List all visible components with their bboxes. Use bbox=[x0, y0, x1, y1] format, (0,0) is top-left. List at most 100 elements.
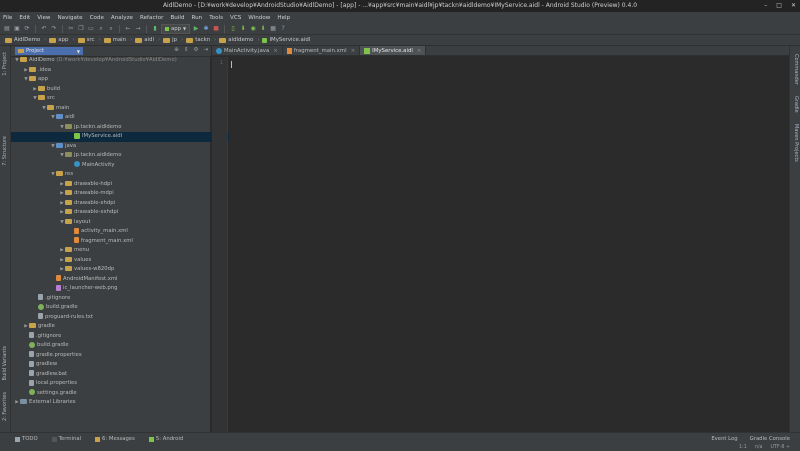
tree-item-label: IMyService.aidl bbox=[82, 133, 123, 139]
breadcrumb-item[interactable]: aidldemo › bbox=[219, 37, 259, 43]
tree-item[interactable]: ▶ build bbox=[11, 85, 232, 95]
breadcrumb-item[interactable]: tackn › bbox=[186, 37, 216, 43]
project-view-label: Project bbox=[26, 48, 45, 54]
tree-item-label: .gitignore bbox=[45, 294, 71, 301]
folder-icon bbox=[65, 209, 72, 214]
help-icon[interactable]: ? bbox=[279, 25, 287, 33]
breadcrumb-item[interactable]: aidl › bbox=[135, 37, 160, 43]
tree-item[interactable]: ▼ app bbox=[11, 75, 223, 85]
project-view-selector[interactable]: Project ▼ bbox=[15, 47, 83, 55]
tool-tab-structure[interactable]: 7: Structure bbox=[2, 136, 8, 166]
open-icon[interactable]: ▤ bbox=[3, 25, 11, 33]
menu-navigate[interactable]: Navigate bbox=[58, 15, 83, 21]
breadcrumb-item[interactable]: src › bbox=[77, 37, 101, 43]
breadcrumb-item[interactable]: IMyService.aidl bbox=[262, 37, 310, 43]
run-icon[interactable]: ▶ bbox=[192, 25, 200, 33]
tree-item[interactable]: build.gradle bbox=[11, 303, 232, 313]
save-icon[interactable]: ▣ bbox=[13, 25, 21, 33]
tree-item[interactable]: ▼ AidlDemo (D:¥work¥develop¥AndroidStudio… bbox=[11, 56, 214, 66]
close-icon[interactable]: × bbox=[273, 48, 278, 54]
tool-tab-commander[interactable]: Commander bbox=[793, 54, 799, 85]
tree-item[interactable]: .gitignore bbox=[11, 294, 232, 304]
debug-icon[interactable]: ✱ bbox=[202, 25, 210, 33]
menu-code[interactable]: Code bbox=[90, 15, 104, 21]
tree-item[interactable]: build.gradle bbox=[11, 341, 223, 351]
tree-item[interactable]: ▼ src bbox=[11, 94, 232, 104]
tree-item[interactable]: ▼ main bbox=[11, 104, 241, 114]
tree-item[interactable]: gradlew.bat bbox=[11, 370, 223, 380]
tree-item[interactable]: gradle.properties bbox=[11, 351, 223, 361]
tree-item[interactable]: ▶ .idea bbox=[11, 66, 223, 76]
breadcrumb-item[interactable]: main › bbox=[103, 37, 132, 43]
editor-tab[interactable]: fragment_main.xml × bbox=[283, 46, 361, 55]
back-icon[interactable]: ← bbox=[124, 25, 132, 33]
tool-tab-favorites[interactable]: 2: Favorites bbox=[2, 392, 8, 421]
gear-icon[interactable]: ⚙ bbox=[193, 47, 198, 53]
tool-tab-event-log[interactable]: Event Log bbox=[711, 436, 737, 442]
tree-item[interactable]: gradlew bbox=[11, 360, 223, 370]
monitor-icon[interactable]: ◉ bbox=[249, 25, 257, 33]
cut-icon[interactable]: ✂ bbox=[67, 25, 75, 33]
undo-icon[interactable]: ↶ bbox=[40, 25, 48, 33]
menu-run[interactable]: Run bbox=[191, 15, 202, 21]
file-encoding[interactable]: UTF-8 ÷ bbox=[770, 445, 790, 450]
tool-tab-maven[interactable]: Maven Projects bbox=[793, 124, 799, 162]
find-icon[interactable]: ⌕ bbox=[97, 25, 105, 33]
maximize-button[interactable]: □ bbox=[776, 0, 782, 12]
tool-tab-gradle-console[interactable]: Gradle Console bbox=[750, 436, 790, 442]
copy-icon[interactable]: ❐ bbox=[77, 25, 85, 33]
collapse-icon[interactable]: ⇕ bbox=[184, 47, 189, 53]
tool-tab-messages[interactable]: 6: Messages bbox=[95, 436, 135, 442]
editor-tab[interactable]: MainActivity.java × bbox=[212, 46, 283, 55]
tree-item[interactable]: proguard-rules.txt bbox=[11, 313, 232, 323]
breadcrumb-item[interactable]: app › bbox=[49, 37, 75, 43]
tool-tab-todo[interactable]: TODO bbox=[15, 436, 38, 442]
tool-tab-build-variants[interactable]: Build Variants bbox=[2, 346, 8, 380]
menu-view[interactable]: View bbox=[37, 15, 50, 21]
sync-icon[interactable]: ⟳ bbox=[23, 25, 31, 33]
tool-tab-gradle[interactable]: Gradle bbox=[793, 96, 799, 113]
make-icon[interactable]: ▮ bbox=[151, 25, 159, 33]
paste-icon[interactable]: ▭ bbox=[87, 25, 95, 33]
menu-build[interactable]: Build bbox=[170, 15, 184, 21]
redo-icon[interactable]: ↷ bbox=[50, 25, 58, 33]
avd-manager-icon[interactable]: ▯ bbox=[229, 25, 237, 33]
tree-item[interactable]: settings.gradle bbox=[11, 389, 223, 399]
tool-tab-project[interactable]: 1: Project bbox=[2, 52, 8, 76]
menu-file[interactable]: File bbox=[3, 15, 12, 21]
run-config-dropdown[interactable]: app ▼ bbox=[161, 23, 191, 34]
tool-tab-android[interactable]: 5: Android bbox=[148, 436, 183, 442]
menu-analyze[interactable]: Analyze bbox=[111, 15, 133, 21]
tool-tab-terminal[interactable]: Terminal bbox=[51, 436, 81, 442]
menu-tools[interactable]: Tools bbox=[209, 15, 223, 21]
breadcrumb-item[interactable]: jp › bbox=[163, 37, 183, 43]
replace-icon[interactable]: ⌕ bbox=[107, 25, 115, 33]
menu-help[interactable]: Help bbox=[277, 15, 290, 21]
gradle-sync-icon[interactable]: ⬇ bbox=[259, 25, 267, 33]
stop-icon[interactable]: ■ bbox=[212, 25, 220, 33]
menu-vcs[interactable]: VCS bbox=[230, 15, 241, 21]
forward-icon[interactable]: → bbox=[134, 25, 142, 33]
code-editor[interactable] bbox=[229, 57, 789, 432]
breadcrumb-label: AidlDemo bbox=[14, 37, 41, 43]
hide-icon[interactable]: ⇥ bbox=[203, 47, 208, 53]
menu-refactor[interactable]: Refactor bbox=[140, 15, 163, 21]
close-button[interactable]: ✕ bbox=[791, 0, 796, 12]
close-icon[interactable]: × bbox=[351, 48, 356, 54]
editor-tab[interactable]: IMyService.aidl × bbox=[360, 46, 427, 55]
menu-edit[interactable]: Edit bbox=[19, 15, 30, 21]
breadcrumb-item[interactable]: AidlDemo › bbox=[5, 37, 46, 43]
line-separator[interactable]: n/a bbox=[755, 445, 763, 450]
tree-item[interactable]: ▶ External Libraries bbox=[11, 398, 214, 408]
menu-window[interactable]: Window bbox=[248, 15, 270, 21]
tree-item[interactable]: ▶ gradle bbox=[11, 322, 223, 332]
tree-item[interactable]: .gitignore bbox=[11, 332, 223, 342]
minimize-button[interactable]: – bbox=[764, 0, 767, 12]
caret-position[interactable]: 1:1 bbox=[739, 445, 747, 450]
tree-item[interactable]: local.properties bbox=[11, 379, 223, 389]
close-icon[interactable]: × bbox=[417, 48, 422, 54]
project-structure-icon[interactable]: ▦ bbox=[269, 25, 277, 33]
folder-icon bbox=[65, 247, 72, 252]
sync-icon[interactable]: ⊕ bbox=[174, 47, 179, 53]
sdk-manager-icon[interactable]: ⬇ bbox=[239, 25, 247, 33]
